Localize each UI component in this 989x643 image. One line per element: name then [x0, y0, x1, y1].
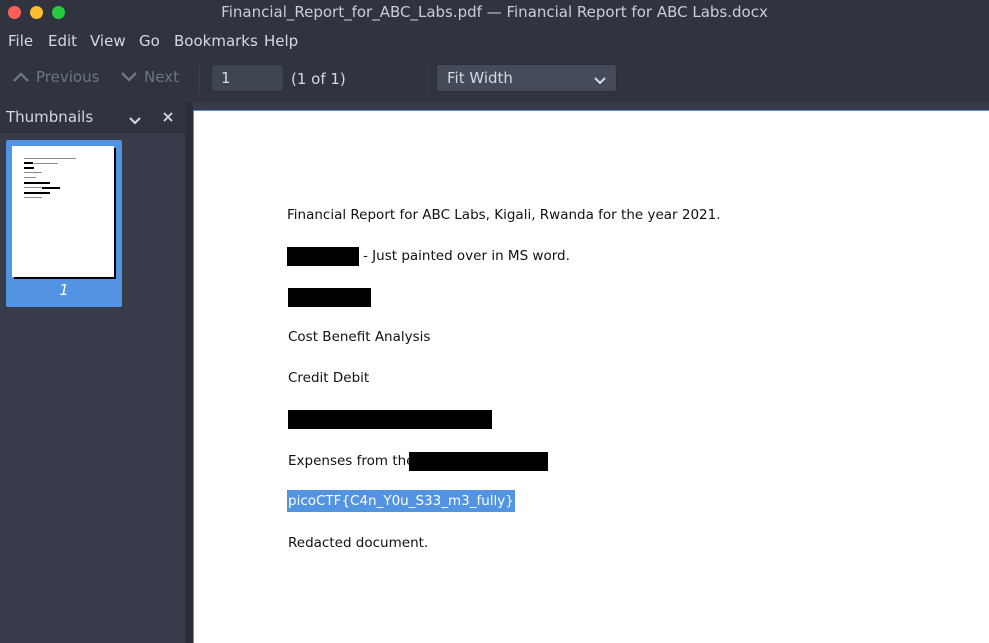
zoom-value: Fit Width [447, 69, 513, 87]
sidebar-header: Thumbnails [0, 102, 185, 133]
previous-page-button[interactable]: Previous [12, 68, 99, 86]
title-bar: Financial_Report_for_ABC_Labs.pdf — Fina… [0, 0, 989, 26]
menu-go[interactable]: Go [139, 32, 160, 50]
thumbnail-page-1[interactable]: 1 [6, 140, 122, 307]
next-label: Next [144, 68, 179, 86]
thumbnail-page-number: 1 [59, 281, 69, 299]
menu-edit[interactable]: Edit [48, 32, 77, 50]
menu-bookmarks[interactable]: Bookmarks [174, 32, 258, 50]
close-icon [163, 112, 173, 122]
menu-view[interactable]: View [90, 32, 126, 50]
page-count: (1 of 1) [291, 70, 346, 88]
toolbar-divider [199, 66, 200, 92]
document-line: Credit Debit [288, 370, 370, 386]
chevron-down-icon [129, 117, 141, 125]
sidebar-close-button[interactable] [162, 109, 174, 127]
chevron-down-icon [120, 71, 138, 83]
document-heading: Financial Report for ABC Labs, Kigali, R… [287, 207, 721, 223]
redaction-box [288, 410, 492, 429]
thumbnails-sidebar: Thumbnails 1 [0, 102, 185, 643]
next-page-button[interactable]: Next [120, 68, 179, 86]
sidebar-mode-dropdown[interactable] [128, 111, 142, 130]
document-line: Cost Benefit Analysis [288, 329, 431, 345]
thumbnail-image [12, 146, 114, 277]
window-title: Financial_Report_for_ABC_Labs.pdf — Fina… [221, 3, 768, 21]
toolbar: Previous Next (1 of 1) Fit Width [0, 56, 989, 102]
document-line: Expenses from the [288, 453, 415, 469]
zoom-select[interactable]: Fit Width [436, 64, 617, 92]
sidebar-splitter[interactable] [185, 102, 193, 643]
chevron-down-icon [594, 72, 606, 90]
redaction-box [409, 452, 548, 471]
sidebar-title: Thumbnails [6, 108, 94, 126]
redaction-box [288, 288, 371, 307]
selected-text[interactable]: picoCTF{C4n_Y0u_S33_m3_fully} [287, 490, 515, 512]
previous-label: Previous [36, 68, 100, 86]
toolbar-divider [427, 66, 428, 92]
menu-bar: File Edit View Go Bookmarks Help [0, 26, 989, 56]
menu-file[interactable]: File [8, 32, 33, 50]
page-number-input[interactable] [212, 65, 283, 91]
redaction-box [287, 247, 359, 266]
document-page[interactable]: Financial Report for ABC Labs, Kigali, R… [193, 110, 989, 643]
chevron-up-icon [12, 71, 30, 83]
menu-help[interactable]: Help [264, 32, 298, 50]
document-line: - Just painted over in MS word. [363, 248, 570, 264]
document-line: Redacted document. [288, 535, 429, 551]
